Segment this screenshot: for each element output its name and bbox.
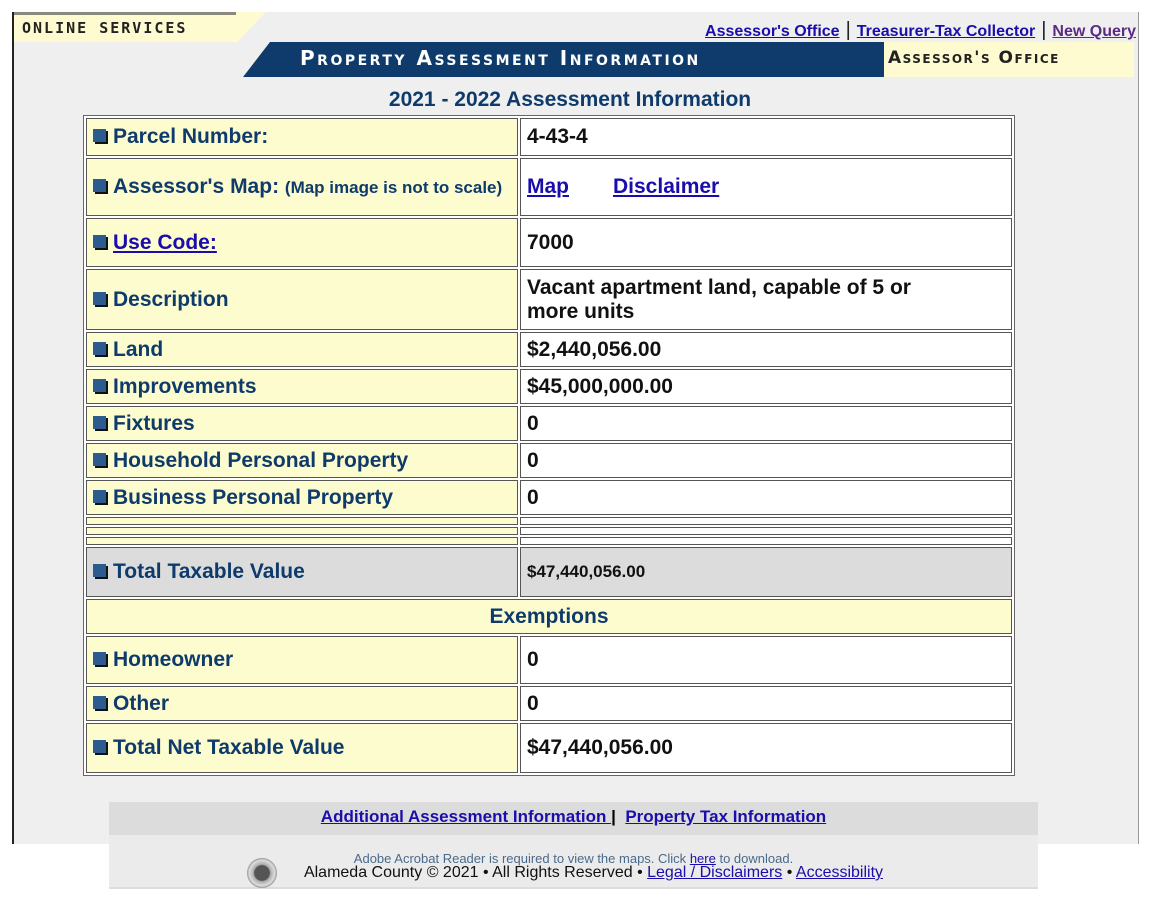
business-label: Business Personal Property (113, 485, 394, 509)
table-row: Improvements $45,000,000.00 (86, 369, 1012, 404)
disclaimer-link[interactable]: Disclaimer (613, 175, 719, 198)
bullet-icon (93, 291, 106, 305)
table-row: Assessor's Map: (Map image is not to sca… (86, 158, 1012, 216)
improvements-value: $45,000,000.00 (520, 369, 1012, 404)
homeowner-label: Homeowner (113, 648, 234, 671)
table-row: Land $2,440,056.00 (86, 332, 1012, 367)
online-services-label: ONLINE SERVICES (22, 19, 188, 37)
land-label: Land (113, 337, 164, 361)
treasurer-link[interactable]: Treasurer-Tax Collector (857, 23, 1035, 40)
parcel-value: 4-43-4 (520, 118, 1012, 156)
land-value: $2,440,056.00 (520, 332, 1012, 367)
map-link[interactable]: Map (527, 175, 569, 198)
table-row: Description Vacant apartment land, capab… (86, 269, 1012, 330)
description-value: Vacant apartment land, capable of 5 or m… (520, 269, 1012, 330)
other-value: 0 (520, 686, 1012, 721)
new-query-link[interactable]: New Query (1052, 23, 1136, 40)
parcel-label: Parcel Number: (113, 125, 269, 148)
top-links: Assessor's Office | Treasurer-Tax Collecto… (705, 19, 1136, 42)
additional-assessment-link[interactable]: Additional Assessment Information (321, 807, 611, 826)
bullet-icon (93, 179, 106, 192)
table-row: Exemptions (86, 599, 1012, 634)
bullet-icon (93, 740, 106, 753)
map-label: Assessor's Map: (113, 175, 280, 198)
fixtures-value: 0 (520, 406, 1012, 441)
use-code-value: 7000 (520, 218, 1012, 267)
table-row: Use Code: 7000 (86, 218, 1012, 267)
divider: | (1041, 19, 1047, 41)
bullet-icon (93, 489, 106, 503)
spacer-row (86, 527, 1012, 535)
assessors-office-link[interactable]: Assessor's Office (705, 23, 840, 40)
use-code-link[interactable]: Use Code: (113, 231, 217, 254)
divider: | (845, 19, 851, 41)
business-value: 0 (520, 480, 1012, 515)
assessment-table: Parcel Number: 4-43-4 Assessor's Map: (M… (83, 115, 1015, 776)
table-row: Fixtures 0 (86, 406, 1012, 441)
property-tax-link[interactable]: Property Tax Information (625, 807, 826, 826)
accessibility-link[interactable]: Accessibility (796, 864, 883, 881)
divider: | (611, 807, 616, 826)
exemptions-header: Exemptions (86, 599, 1012, 634)
improvements-label: Improvements (113, 374, 257, 398)
fixtures-label: Fixtures (113, 411, 195, 435)
tab-slant (236, 12, 266, 43)
total-net-label: Total Net Taxable Value (113, 736, 345, 759)
description-label: Description (113, 287, 229, 311)
table-row: Homeowner 0 (86, 636, 1012, 684)
bullet-icon (93, 652, 106, 665)
bullet-icon (93, 452, 106, 466)
bullet-icon (93, 234, 106, 248)
banner-right-slant (858, 42, 884, 77)
household-value: 0 (520, 443, 1012, 478)
spacer-row (86, 537, 1012, 545)
bullet-icon (93, 695, 106, 709)
other-label: Other (113, 691, 170, 715)
household-label: Household Personal Property (113, 448, 409, 472)
banner-title: Property Assessment Information (300, 46, 701, 70)
footer: Adobe Acrobat Reader is required to view… (109, 835, 1038, 889)
bullet-icon (93, 341, 106, 355)
bullet-icon (93, 129, 106, 142)
banner-slant (243, 42, 270, 77)
table-row: Household Personal Property 0 (86, 443, 1012, 478)
table-row: Total Taxable Value $47,440,056.00 (86, 547, 1012, 597)
homeowner-value: 0 (520, 636, 1012, 684)
legal-disclaimers-link[interactable]: Legal / Disclaimers (647, 864, 782, 881)
total-taxable-value: $47,440,056.00 (520, 547, 1012, 597)
bullet-icon (93, 378, 106, 392)
bullet-icon (93, 415, 106, 429)
table-row: Total Net Taxable Value $47,440,056.00 (86, 723, 1012, 773)
page-title: 2021 - 2022 Assessment Information (388, 88, 752, 111)
footer-links: Additional Assessment Information | Prop… (109, 802, 1038, 835)
total-net-value: $47,440,056.00 (520, 723, 1012, 773)
table-row: Business Personal Property 0 (86, 480, 1012, 515)
total-taxable-label: Total Taxable Value (113, 560, 305, 583)
table-row: Parcel Number: 4-43-4 (86, 118, 1012, 156)
banner-right-label: Assessor's Office (888, 48, 1060, 68)
spacer-row (86, 517, 1012, 525)
table-row: Other 0 (86, 686, 1012, 721)
bullet-icon (93, 564, 106, 577)
map-note: (Map image is not to scale) (284, 178, 503, 197)
copyright: Alameda County © 2021 • All Rights Reser… (303, 864, 884, 881)
